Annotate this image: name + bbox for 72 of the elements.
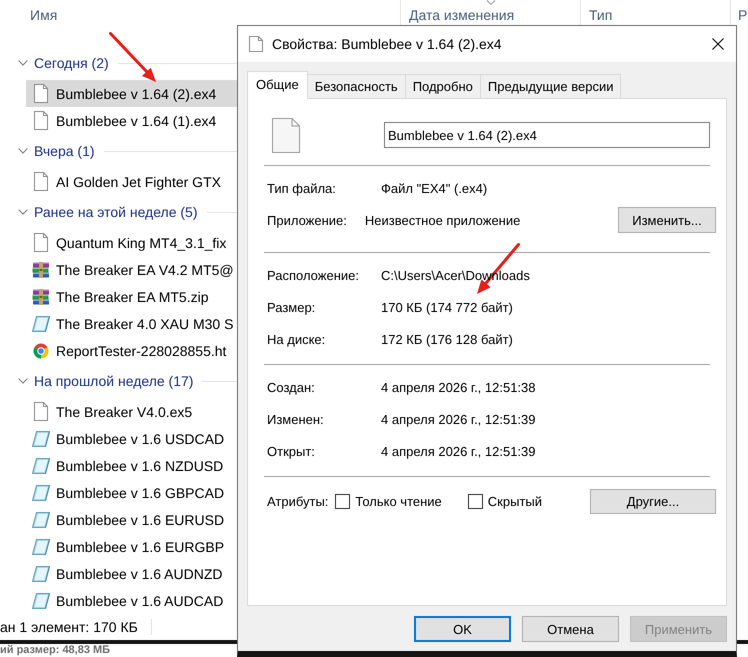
tab[interactable]: Общие	[247, 71, 308, 99]
checkbox-label[interactable]: Только чтение	[355, 494, 442, 508]
field-value: 4 апреля 2026 г., 12:51:39	[381, 412, 536, 426]
file-row[interactable]: Bumblebee v 1.6 USDCAD	[26, 425, 237, 452]
book-stack-icon	[32, 288, 50, 304]
field-label: Атрибуты:	[267, 494, 328, 508]
field-label: Приложение:	[267, 212, 347, 228]
field-value: 4 апреля 2026 г., 12:51:38	[381, 380, 536, 394]
slanted-page-icon	[32, 316, 50, 332]
group-header[interactable]: Вчера (1)	[18, 143, 95, 159]
file-row[interactable]: Bumblebee v 1.64 (1).ex4	[26, 107, 237, 134]
status-text: ан 1 элемент: 170 КБ	[0, 619, 138, 635]
file-row[interactable]: Bumblebee v 1.6 NZDUSD	[26, 452, 237, 479]
file-row[interactable]: Bumblebee v 1.6 GBPCAD	[26, 479, 237, 506]
checkbox[interactable]	[335, 494, 350, 508]
file-row[interactable]: ReportTester-228028855.ht	[26, 337, 237, 364]
field-label: Создан:	[267, 380, 316, 394]
group-header[interactable]: Сегодня (2)	[18, 55, 109, 71]
file-name-field[interactable]: Bumblebee v 1.64 (2).ex4	[384, 122, 710, 148]
slanted-page-icon	[32, 484, 50, 500]
file-row[interactable]: Bumblebee v 1.6 EURUSD	[26, 506, 237, 533]
slanted-page-icon	[32, 430, 50, 446]
file-row[interactable]: Bumblebee v 1.6 EURGBP	[26, 533, 237, 560]
change-button[interactable]: Изменить...	[618, 207, 716, 233]
field-label: Тип файла:	[267, 180, 337, 196]
book-stack-icon	[32, 262, 50, 278]
slanted-page-icon	[32, 592, 50, 608]
file-row[interactable]: Bumblebee v 1.6 AUDCAD	[26, 587, 237, 614]
file-row[interactable]: The Breaker EA V4.2 MT5@	[26, 256, 237, 283]
file-row[interactable]: Quantum King MT4_3.1_fix	[26, 229, 237, 256]
slanted-page-icon	[32, 512, 50, 528]
slanted-page-icon	[32, 538, 50, 554]
field-label: Изменен:	[267, 412, 325, 426]
more-attributes-button[interactable]: Другие...	[590, 488, 716, 514]
file-icon	[34, 84, 48, 103]
field-label: Открыт:	[267, 444, 316, 458]
file-row[interactable]: Bumblebee v 1.6 AUDNZD	[26, 560, 237, 587]
slanted-page-icon	[32, 566, 50, 582]
file-row[interactable]: The Breaker V4.0.ex5	[26, 398, 237, 425]
size-summary-text: ий размер: 48,83 МБ	[0, 644, 110, 657]
slanted-page-icon	[32, 458, 50, 474]
field-value: 170 КБ (174 772 байт)	[381, 300, 513, 314]
file-icon	[249, 36, 263, 52]
checkbox-label[interactable]: Скрытый	[488, 494, 542, 508]
column-header[interactable]: Имя	[22, 0, 400, 25]
sort-caret-icon	[486, 0, 496, 5]
field-value: Файл "EX4" (.ex4)	[381, 180, 488, 196]
tab[interactable]: Предыдущие версии	[480, 74, 622, 98]
field-label: Размер:	[267, 300, 316, 314]
file-icon	[272, 118, 300, 152]
file-icon	[34, 402, 48, 421]
dialog-button[interactable]: Отмена	[522, 616, 619, 642]
file-row[interactable]: Bumblebee v 1.64 (2).ex4	[26, 80, 237, 107]
file-row[interactable]: The Breaker 4.0 XAU M30 S	[26, 310, 237, 337]
field-value: 4 апреля 2026 г., 12:51:39	[381, 444, 536, 458]
checkbox[interactable]	[468, 494, 483, 508]
close-icon[interactable]	[712, 38, 724, 50]
field-value: 172 КБ (176 128 байт)	[381, 332, 513, 346]
field-label: На диске:	[267, 332, 326, 346]
dialog-title: Свойства: Bumblebee v 1.64 (2).ex4	[272, 36, 502, 52]
annotation-arrow	[109, 32, 156, 82]
file-icon	[34, 111, 48, 130]
segmented-circle-icon	[33, 342, 49, 358]
dialog-button[interactable]: OK	[414, 616, 511, 642]
group-header[interactable]: Ранее на этой неделе (5)	[18, 204, 198, 220]
file-icon	[34, 233, 48, 252]
file-icon	[34, 172, 48, 191]
file-row[interactable]: AI Golden Jet Fighter GTX	[26, 168, 237, 195]
field-value: Неизвестное приложение	[364, 212, 520, 228]
group-header[interactable]: На прошлой неделе (17)	[18, 373, 194, 389]
file-row[interactable]: The Breaker EA MT5.zip	[26, 283, 237, 310]
field-label: Расположение:	[267, 268, 360, 282]
